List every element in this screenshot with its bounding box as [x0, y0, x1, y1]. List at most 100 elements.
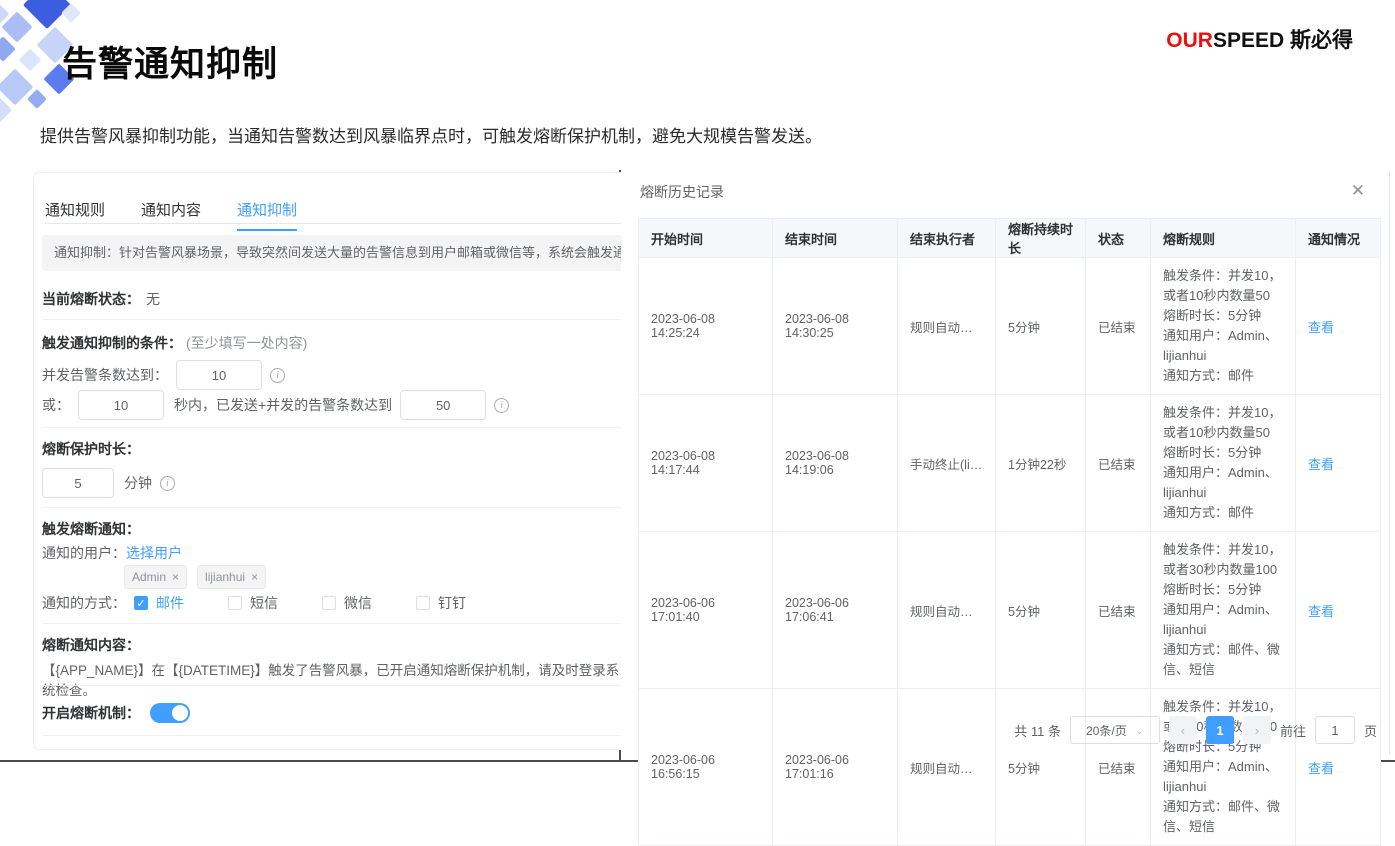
cell-duration: 5分钟 [996, 532, 1086, 689]
cell-status: 已结束 [1086, 532, 1151, 689]
rule-line: 熔断时长：5分钟 [1163, 306, 1283, 326]
method-sms[interactable]: 短信 [228, 593, 278, 613]
suppression-settings-card: 通知规则 通知内容 通知抑制 通知抑制：针对告警风暴场景，导致突然间发送大量的告… [33, 172, 621, 750]
brand-red-part: OUR [1166, 29, 1213, 52]
method-wechat[interactable]: 微信 [322, 593, 372, 613]
user-tags-row: Admin × lijianhui × [124, 565, 276, 589]
select-users-link[interactable]: 选择用户 [126, 543, 182, 563]
cell-start: 2023-06-08 14:17:44 [639, 395, 773, 532]
section-divider [42, 319, 621, 320]
cell-notify: 查看 [1296, 532, 1381, 689]
page-description: 提供告警风暴抑制功能，当通知告警数达到风暴临界点时，可触发熔断保护机制，避免大规… [40, 122, 1020, 147]
rule-line: 通知用户：Admin、lijianhui [1163, 326, 1283, 366]
current-status-row: 当前熔断状态： 无 [42, 289, 160, 309]
enable-fuse-toggle[interactable] [150, 703, 190, 723]
protect-duration-input[interactable]: 5 [42, 468, 114, 498]
page-size-value: 20条/页 [1086, 722, 1127, 739]
pagination-bar: 共 11 条 20条/页 ⌄ ‹ 1 › 前往 1 页 [1005, 716, 1377, 744]
fuse-history-table: 开始时间 结束时间 结束执行者 熔断持续时长 状态 熔断规则 通知情况 2023… [638, 218, 1381, 846]
checkbox-icon[interactable] [416, 596, 430, 610]
section-divider [42, 427, 621, 428]
tag-close-icon[interactable]: × [251, 570, 258, 584]
fuse-notify-title: 触发熔断通知： [42, 519, 140, 539]
pagination-total: 共 11 条 [1014, 721, 1061, 740]
user-tag: Admin × [124, 565, 187, 589]
sent-count-label: 秒内，已发送+并发的告警条数达到 [174, 395, 392, 415]
rule-line: 通知方式：邮件、微信、短信 [1163, 640, 1283, 680]
current-page-button[interactable]: 1 [1206, 716, 1234, 744]
rule-line: 触发条件：并发10，或者30秒内数量100 [1163, 540, 1283, 580]
section-divider [42, 685, 621, 686]
col-duration: 熔断持续时长 [996, 219, 1086, 258]
protect-duration-row: 5 分钟 i [42, 461, 175, 505]
cell-status: 已结束 [1086, 689, 1151, 846]
cell-end: 2023-06-08 14:19:06 [773, 395, 898, 532]
current-status-label: 当前熔断状态： [42, 289, 140, 309]
view-link[interactable]: 查看 [1308, 604, 1334, 619]
rule-line: 熔断时长：5分钟 [1163, 443, 1283, 463]
method-dingtalk-label: 钉钉 [438, 593, 466, 613]
protect-duration-title-row: 熔断保护时长： [42, 439, 140, 459]
notify-users-label: 通知的用户： [42, 543, 126, 563]
view-link[interactable]: 查看 [1308, 320, 1334, 335]
tab-notify-content[interactable]: 通知内容 [141, 199, 201, 231]
close-icon[interactable]: ✕ [1351, 182, 1365, 199]
table-header-row: 开始时间 结束时间 结束执行者 熔断持续时长 状态 熔断规则 通知情况 [639, 219, 1381, 258]
cell-rule: 触发条件：并发10，或者10秒内数量50 熔断时长：5分钟 通知用户：Admin… [1151, 258, 1296, 395]
condition-title: 触发通知抑制的条件： [42, 333, 182, 353]
checkbox-checked-icon[interactable]: ✓ [134, 596, 148, 610]
cell-start: 2023-06-06 16:56:15 [639, 689, 773, 846]
rule-line: 通知用户：Admin、lijianhui [1163, 757, 1283, 797]
seconds-input[interactable]: 10 [78, 390, 164, 420]
cell-duration: 5分钟 [996, 258, 1086, 395]
cell-status: 已结束 [1086, 258, 1151, 395]
fuse-content-title-row: 熔断通知内容： [42, 635, 140, 655]
checkbox-icon[interactable] [228, 596, 242, 610]
chevron-down-icon: ⌄ [1135, 724, 1144, 737]
section-divider [42, 623, 621, 624]
cell-rule: 触发条件：并发10，或者10秒内数量50 熔断时长：5分钟 通知用户：Admin… [1151, 395, 1296, 532]
cell-status: 已结束 [1086, 395, 1151, 532]
view-link[interactable]: 查看 [1308, 457, 1334, 472]
rule-line: 通知方式：邮件、微信、短信 [1163, 797, 1283, 837]
col-executor: 结束执行者 [898, 219, 996, 258]
method-dingtalk[interactable]: 钉钉 [416, 593, 466, 613]
table-row: 2023-06-06 17:01:40 2023-06-06 17:06:41 … [639, 532, 1381, 689]
fuse-content-title: 熔断通知内容： [42, 635, 140, 655]
tab-notify-suppression[interactable]: 通知抑制 [237, 199, 297, 231]
cell-start: 2023-06-08 14:25:24 [639, 258, 773, 395]
cell-executor: 规则自动结束 [898, 532, 996, 689]
brand-rest-part: SPEED 斯必得 [1213, 29, 1353, 52]
section-divider [42, 735, 621, 736]
or-label: 或： [42, 395, 70, 415]
tab-notify-rules[interactable]: 通知规则 [45, 199, 105, 231]
info-icon: i [494, 398, 509, 413]
rule-line: 通知方式：邮件 [1163, 503, 1283, 523]
rule-line: 通知方式：邮件 [1163, 366, 1283, 386]
rule-line: 触发条件：并发10，或者10秒内数量50 [1163, 403, 1283, 443]
cell-notify: 查看 [1296, 395, 1381, 532]
checkbox-icon[interactable] [322, 596, 336, 610]
cell-duration: 5分钟 [996, 689, 1086, 846]
cell-end: 2023-06-06 17:06:41 [773, 532, 898, 689]
view-link[interactable]: 查看 [1308, 761, 1334, 776]
method-wechat-label: 微信 [344, 593, 372, 613]
user-tag-label: Admin [132, 570, 166, 584]
cell-end: 2023-06-06 17:01:16 [773, 689, 898, 846]
protect-duration-unit: 分钟 [124, 473, 152, 493]
user-tag: lijianhui × [197, 565, 266, 589]
col-rule: 熔断规则 [1151, 219, 1296, 258]
tag-close-icon[interactable]: × [172, 570, 179, 584]
table-row: 2023-06-08 14:25:24 2023-06-08 14:30:25 … [639, 258, 1381, 395]
next-page-button[interactable]: › [1243, 716, 1271, 744]
page-size-select[interactable]: 20条/页 ⌄ [1070, 716, 1160, 744]
cell-notify: 查看 [1296, 258, 1381, 395]
fuse-history-title: 熔断历史记录 [640, 182, 724, 202]
method-email[interactable]: ✓ 邮件 [134, 593, 184, 613]
goto-page-input[interactable]: 1 [1315, 716, 1355, 744]
section-divider [42, 507, 621, 508]
cell-rule: 触发条件：并发10，或者30秒内数量100 熔断时长：5分钟 通知用户：Admi… [1151, 532, 1296, 689]
sent-count-input[interactable]: 50 [400, 390, 486, 420]
col-notify: 通知情况 [1296, 219, 1381, 258]
prev-page-button[interactable]: ‹ [1169, 716, 1197, 744]
